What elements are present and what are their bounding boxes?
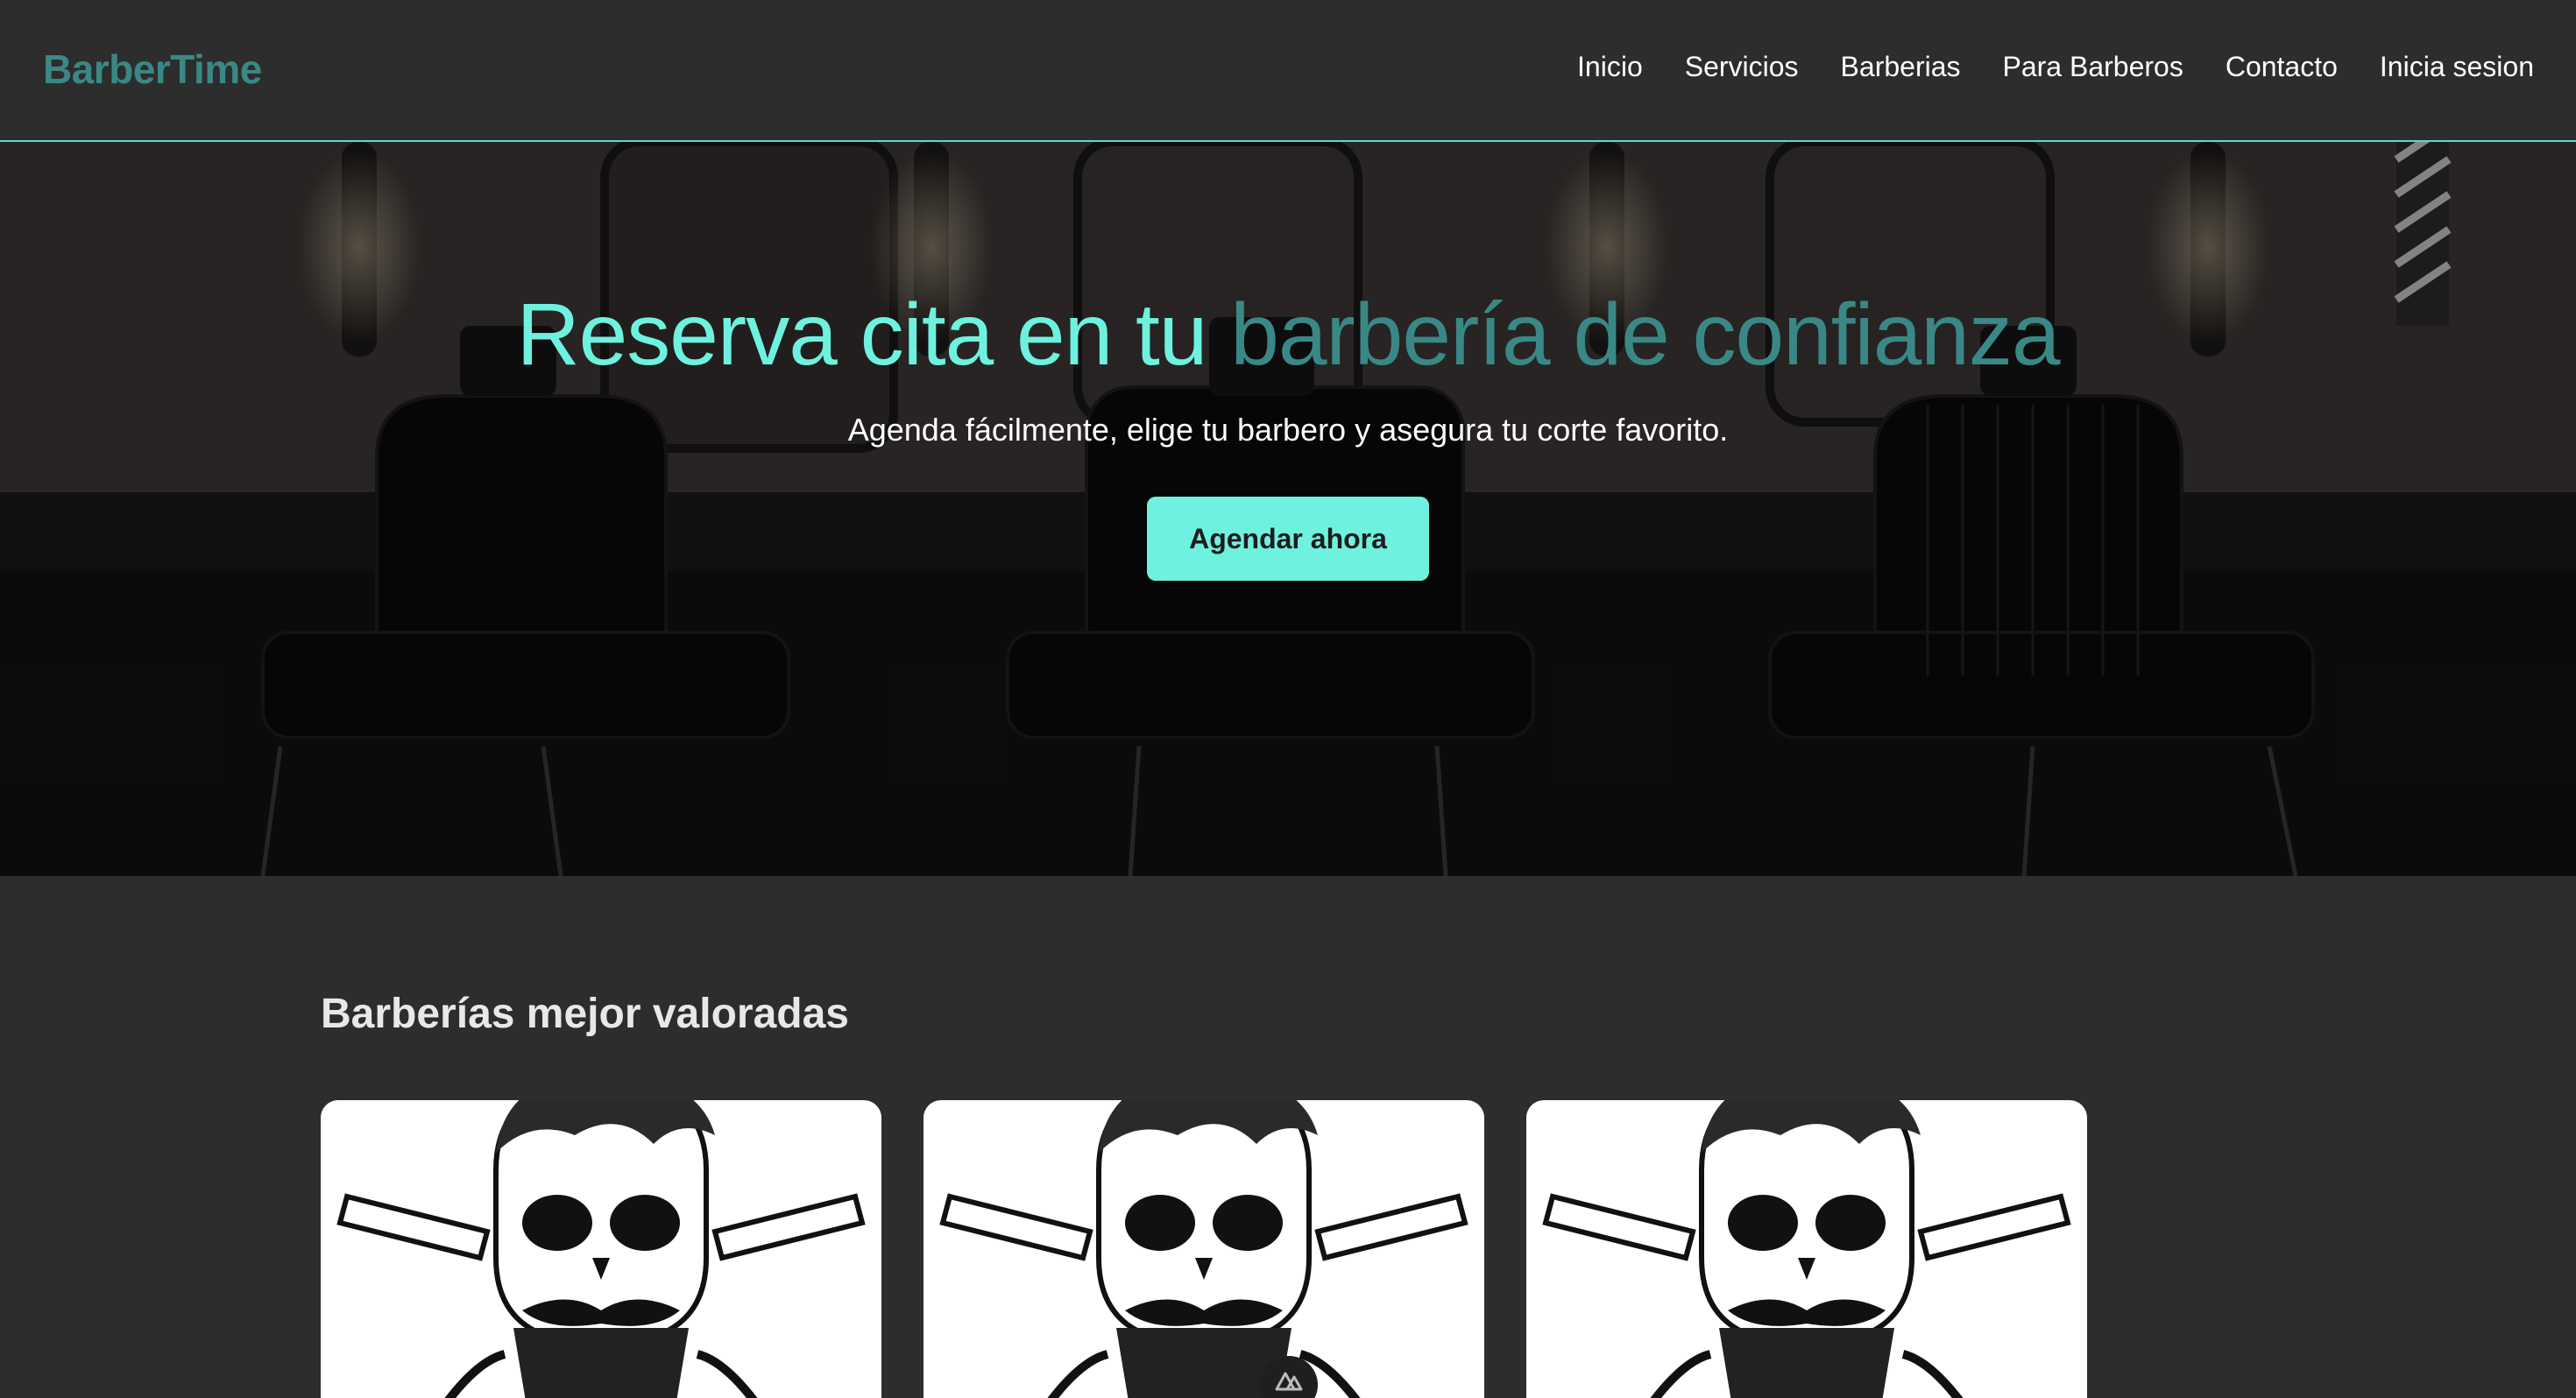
- nav-link-servicios[interactable]: Servicios: [1685, 51, 1799, 83]
- barbershop-card[interactable]: [321, 1100, 881, 1398]
- hero-title-part2: barbería de confianza: [1230, 286, 2060, 384]
- nav-link-inicio[interactable]: Inicio: [1577, 51, 1643, 83]
- hero-section: Reserva cita en tu barbería de confianza…: [0, 142, 2576, 876]
- site-header: BarberTime Inicio Servicios Barberias Pa…: [0, 0, 2576, 142]
- nav-link-para-barberos[interactable]: Para Barberos: [2003, 51, 2183, 83]
- hero-content: Reserva cita en tu barbería de confianza…: [0, 142, 2576, 876]
- barbershop-card[interactable]: [924, 1100, 1484, 1398]
- skull-barber-logo-image: [336, 1100, 866, 1398]
- skull-barber-logo-image: [1542, 1100, 2071, 1398]
- site-logo[interactable]: BarberTime: [43, 46, 262, 93]
- skull-barber-logo-image: [939, 1100, 1468, 1398]
- hero-title: Reserva cita en tu barbería de confianza: [0, 285, 2576, 385]
- nav-link-contacto[interactable]: Contacto: [2226, 51, 2338, 83]
- nav-link-barberias[interactable]: Barberias: [1841, 51, 1961, 83]
- nuxt-logo-icon: [1275, 1372, 1303, 1391]
- hero-title-part1: Reserva cita en tu: [516, 286, 1231, 384]
- section-title: Barberías mejor valoradas: [321, 991, 849, 1037]
- barbershop-card[interactable]: [1526, 1100, 2087, 1398]
- hero-subtitle: Agenda fácilmente, elige tu barbero y as…: [847, 412, 1729, 448]
- nav-link-inicia-sesion[interactable]: Inicia sesion: [2380, 51, 2534, 83]
- agendar-ahora-button[interactable]: Agendar ahora: [1147, 497, 1429, 581]
- main-nav: Inicio Servicios Barberias Para Barberos…: [1577, 51, 2534, 83]
